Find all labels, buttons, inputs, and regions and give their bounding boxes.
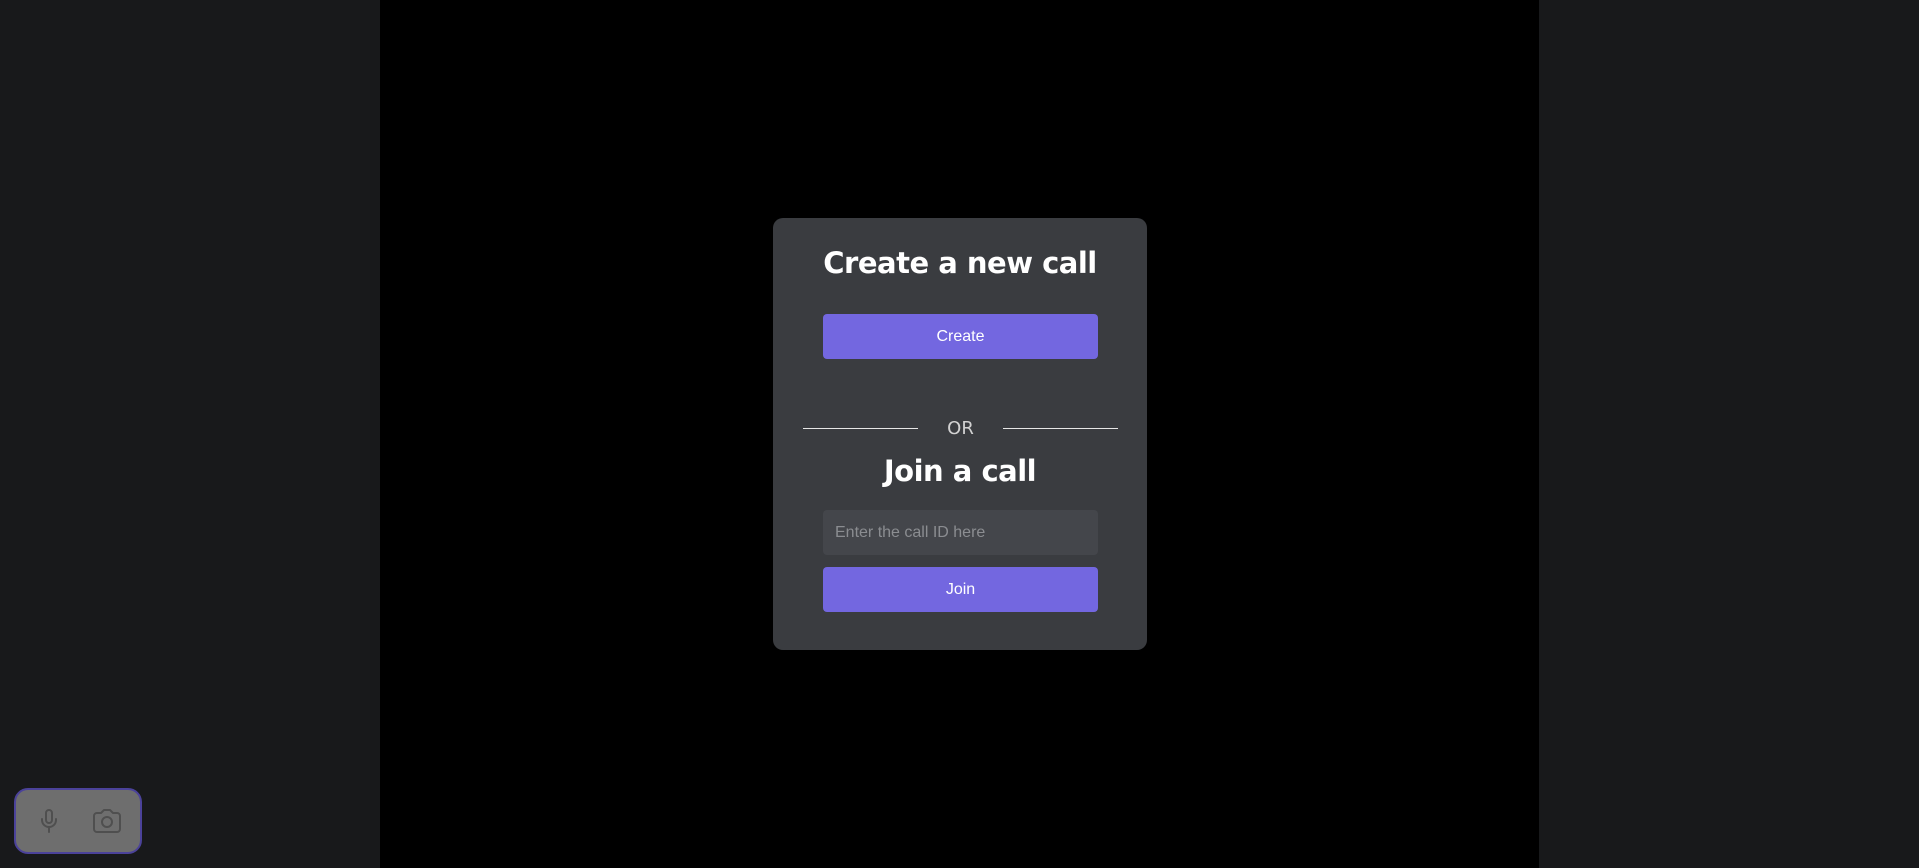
media-controls (14, 788, 142, 854)
join-call-title: Join a call (883, 454, 1037, 488)
or-divider: OR (803, 410, 1118, 446)
left-panel (0, 0, 380, 868)
right-panel (1539, 0, 1919, 868)
join-button[interactable]: Join (823, 567, 1098, 612)
camera-icon[interactable] (90, 804, 124, 838)
divider-line-right (1003, 428, 1118, 429)
microphone-icon[interactable] (32, 804, 66, 838)
call-id-input[interactable] (823, 510, 1098, 555)
create-button[interactable]: Create (823, 314, 1098, 359)
call-card: Create a new call Create OR Join a call … (773, 218, 1147, 650)
create-call-title: Create a new call (823, 246, 1097, 280)
